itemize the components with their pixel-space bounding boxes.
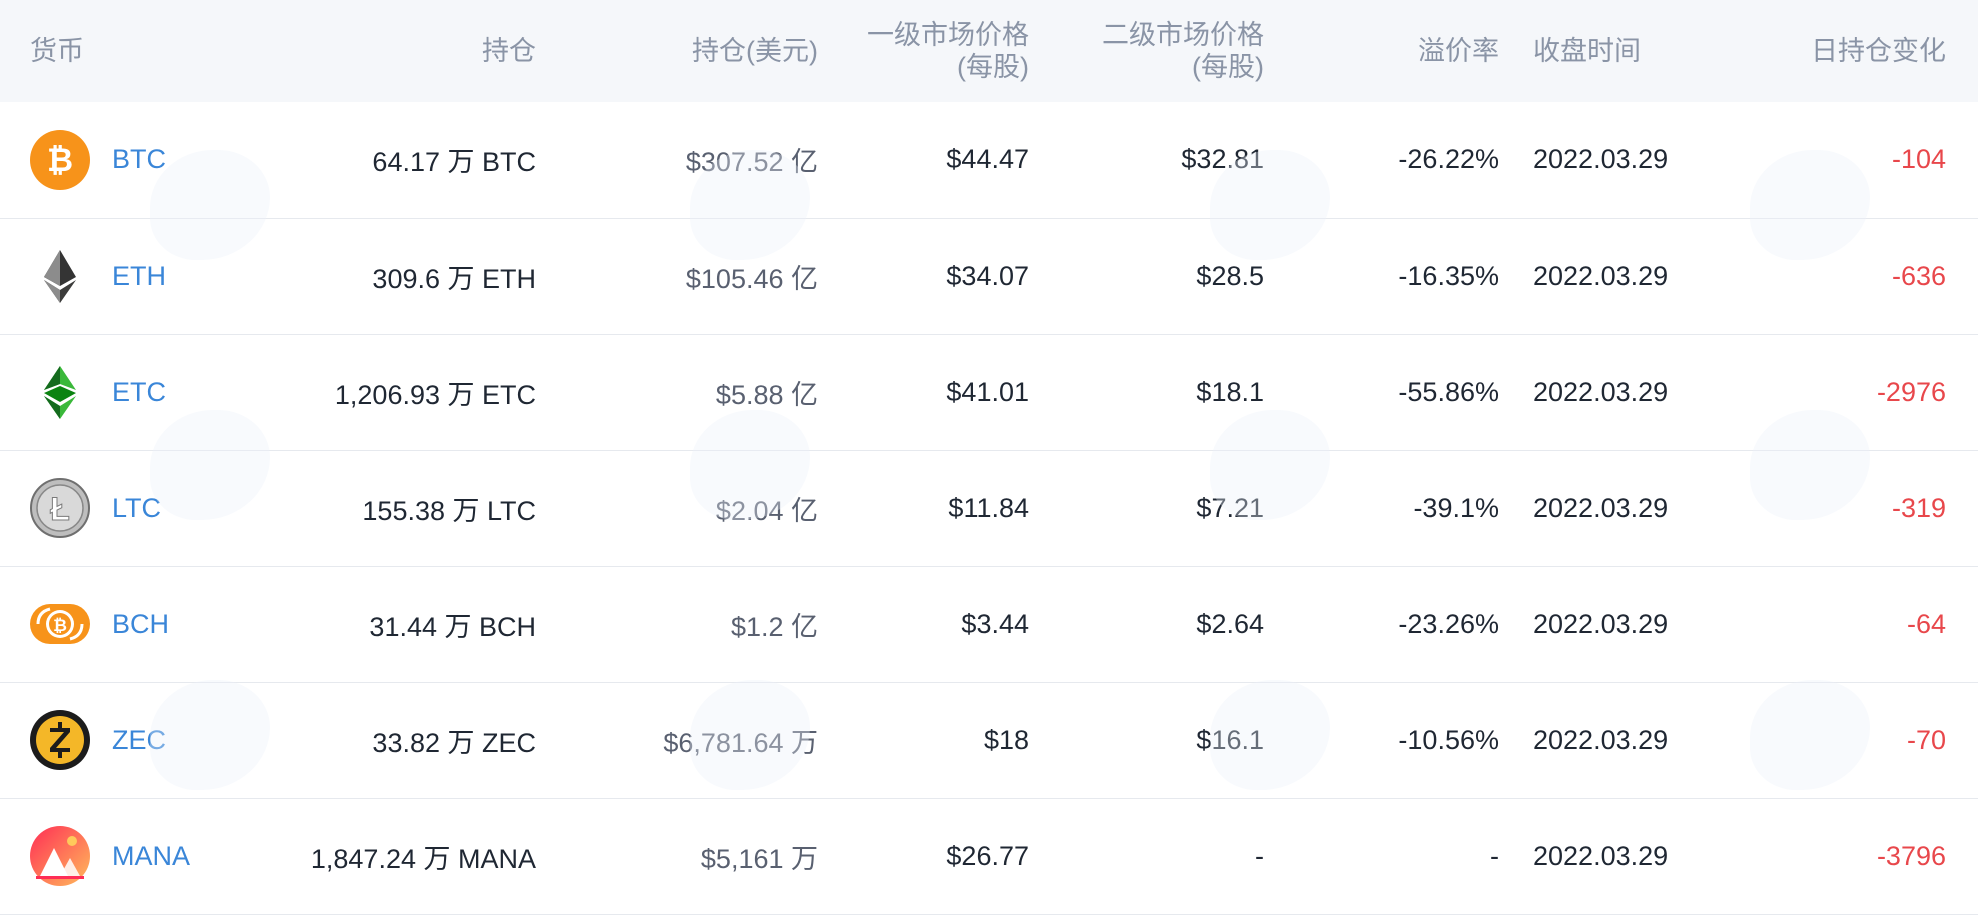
premium-cell: -10.56% <box>1398 724 1499 755</box>
secondary-price-cell: $28.5 <box>1196 260 1264 291</box>
ethereum-classic-icon <box>44 366 76 419</box>
bitcoin-icon: ₿ <box>30 129 90 190</box>
close-time-cell: 2022.03.29 <box>1533 608 1669 639</box>
holdings-usd-cell: $5,161 万 <box>700 843 818 874</box>
coin-ticker-link[interactable]: ZEC <box>112 725 166 756</box>
ethereum-icon <box>44 250 76 303</box>
daily-change-cell: -2976 <box>1876 376 1946 407</box>
column-header-currency[interactable]: 货币 <box>0 0 272 102</box>
bitcoin-cash-icon: ₿ <box>30 604 90 644</box>
daily-change-cell: -64 <box>1906 608 1946 639</box>
secondary-price-cell: $18.1 <box>1196 376 1264 407</box>
coin-ticker-link[interactable]: BTC <box>112 144 166 175</box>
premium-cell: -39.1% <box>1413 492 1499 523</box>
column-header-daily-change[interactable]: 日持仓变化 <box>1749 0 1978 102</box>
holdings-usd-cell: $1.2 亿 <box>730 611 818 642</box>
secondary-price-cell: $16.1 <box>1196 724 1264 755</box>
coin-ticker-link[interactable]: ETC <box>112 377 166 408</box>
table-row[interactable]: ETH 309.6 万 ETH $105.46 亿 $34.07 $28.5 -… <box>0 218 1978 334</box>
primary-price-cell: $26.77 <box>946 840 1029 871</box>
primary-price-cell: $41.01 <box>946 376 1029 407</box>
close-time-cell: 2022.03.29 <box>1533 840 1669 871</box>
primary-price-label: 一级市场价格 <box>867 20 1029 50</box>
column-header-holdings-usd[interactable]: 持仓(美元) <box>536 0 818 102</box>
table-header: 货币 持仓 持仓(美元) 一级市场价格 (每股) 二级市场价格 (每股) 溢价率… <box>0 0 1978 102</box>
close-time-cell: 2022.03.29 <box>1533 492 1669 523</box>
holdings-cell: 64.17 万 BTC <box>372 147 536 178</box>
primary-price-cell: $3.44 <box>961 608 1029 639</box>
holdings-table: 货币 持仓 持仓(美元) 一级市场价格 (每股) 二级市场价格 (每股) 溢价率… <box>0 0 1978 915</box>
table-row[interactable]: ₿ BTC 64.17 万 BTC $307.52 亿 $44.47 $32.8… <box>0 102 1978 218</box>
close-time-cell: 2022.03.29 <box>1533 376 1669 407</box>
column-header-close-time[interactable]: 收盘时间 <box>1499 0 1749 102</box>
holdings-cell: 1,847.24 万 MANA <box>310 843 536 874</box>
table-row[interactable]: MANA 1,847.24 万 MANA $5,161 万 $26.77 - -… <box>0 798 1978 914</box>
close-time-cell: 2022.03.29 <box>1533 260 1669 291</box>
secondary-price-cell: $32.81 <box>1181 144 1264 175</box>
holdings-cell: 309.6 万 ETH <box>372 263 536 294</box>
close-time-cell: 2022.03.29 <box>1533 144 1669 175</box>
primary-price-cell: $34.07 <box>946 260 1029 291</box>
premium-cell: -23.26% <box>1398 608 1499 639</box>
table-row[interactable]: ₿ BCH 31.44 万 BCH $1.2 亿 $3.44 $2.64 -23… <box>0 566 1978 682</box>
zcash-icon <box>30 710 90 770</box>
column-header-primary-price[interactable]: 一级市场价格 (每股) <box>818 0 1029 102</box>
holdings-usd-cell: $2.04 亿 <box>715 495 818 526</box>
svg-text:₿: ₿ <box>47 142 73 178</box>
holdings-cell: 155.38 万 LTC <box>362 495 536 526</box>
secondary-price-unit: (每股) <box>1192 52 1264 82</box>
primary-price-cell: $11.84 <box>948 492 1029 523</box>
secondary-price-cell: $2.64 <box>1196 608 1264 639</box>
coin-ticker-link[interactable]: BCH <box>112 609 169 640</box>
secondary-price-cell: - <box>1255 840 1264 871</box>
daily-change-cell: -104 <box>1891 144 1946 175</box>
holdings-cell: 31.44 万 BCH <box>369 611 536 642</box>
primary-price-unit: (每股) <box>957 52 1029 82</box>
column-header-holdings[interactable]: 持仓 <box>272 0 536 102</box>
grayscale-holdings-table-view: 货币 持仓 持仓(美元) 一级市场价格 (每股) 二级市场价格 (每股) 溢价率… <box>0 0 1978 918</box>
litecoin-icon: Ł <box>30 478 90 538</box>
coin-ticker-link[interactable]: ETH <box>112 261 166 292</box>
daily-change-cell: -319 <box>1891 492 1946 523</box>
daily-change-cell: -70 <box>1906 724 1946 755</box>
premium-cell: -55.86% <box>1398 376 1499 407</box>
coin-ticker-link[interactable]: MANA <box>112 841 190 872</box>
column-header-secondary-price[interactable]: 二级市场价格 (每股) <box>1029 0 1264 102</box>
svg-text:Ł: Ł <box>50 491 70 527</box>
premium-cell: - <box>1490 840 1499 871</box>
premium-cell: -26.22% <box>1398 144 1499 175</box>
primary-price-cell: $44.47 <box>946 144 1029 175</box>
premium-cell: -16.35% <box>1398 260 1499 291</box>
table-row[interactable]: ETC 1,206.93 万 ETC $5.88 亿 $41.01 $18.1 … <box>0 334 1978 450</box>
holdings-cell: 33.82 万 ZEC <box>372 727 536 758</box>
primary-price-cell: $18 <box>983 724 1029 755</box>
table-row[interactable]: ZEC 33.82 万 ZEC $6,781.64 万 $18 $16.1 -1… <box>0 682 1978 798</box>
daily-change-cell: -636 <box>1891 260 1946 291</box>
holdings-usd-cell: $5.88 亿 <box>715 379 818 410</box>
secondary-price-cell: $7.21 <box>1196 492 1264 523</box>
table-row[interactable]: Ł LTC 155.38 万 LTC $2.04 亿 $11.84 $7.21 … <box>0 450 1978 566</box>
coin-ticker-link[interactable]: LTC <box>112 493 161 524</box>
holdings-cell: 1,206.93 万 ETC <box>334 379 536 410</box>
holdings-usd-cell: $105.46 亿 <box>685 263 818 294</box>
daily-change-cell: -3796 <box>1876 840 1946 871</box>
secondary-price-label: 二级市场价格 <box>1102 20 1264 50</box>
svg-text:₿: ₿ <box>53 616 67 635</box>
column-header-premium[interactable]: 溢价率 <box>1264 0 1499 102</box>
holdings-usd-cell: $6,781.64 万 <box>663 727 818 758</box>
table-body: ₿ BTC 64.17 万 BTC $307.52 亿 $44.47 $32.8… <box>0 102 1978 914</box>
close-time-cell: 2022.03.29 <box>1533 724 1669 755</box>
holdings-usd-cell: $307.52 亿 <box>685 147 818 178</box>
decentraland-icon <box>30 826 90 886</box>
